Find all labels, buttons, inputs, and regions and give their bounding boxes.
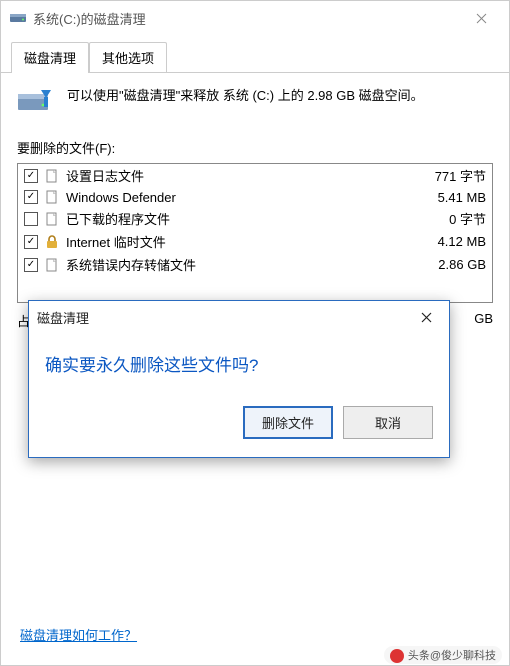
credit-text: 头条@俊少聊科技 bbox=[408, 650, 496, 662]
cancel-button[interactable]: 取消 bbox=[343, 406, 433, 439]
checkbox[interactable]: ✓ bbox=[24, 258, 38, 272]
page-icon bbox=[44, 189, 60, 205]
list-item[interactable]: ✓ 设置日志文件 771 字节 bbox=[18, 164, 492, 187]
lock-icon bbox=[44, 234, 60, 250]
close-button[interactable] bbox=[461, 4, 501, 32]
file-size: 5.41 MB bbox=[416, 190, 486, 205]
modal-title: 磁盘清理 bbox=[37, 308, 411, 327]
list-item[interactable]: ✓ Internet 临时文件 4.12 MB bbox=[18, 230, 492, 253]
avatar-icon bbox=[390, 649, 404, 663]
window-title: 系统(C:)的磁盘清理 bbox=[33, 9, 461, 28]
files-label: 要删除的文件(F): bbox=[17, 138, 493, 157]
tab-other-options[interactable]: 其他选项 bbox=[89, 42, 167, 72]
file-name: Windows Defender bbox=[66, 190, 410, 205]
titlebar: 系统(C:)的磁盘清理 bbox=[1, 1, 509, 35]
tab-bar: 磁盘清理 其他选项 bbox=[1, 36, 509, 73]
file-list[interactable]: ✓ 设置日志文件 771 字节 ✓ Windows Defender 5.41 MB 已下载… bbox=[17, 163, 493, 303]
modal-close-button[interactable] bbox=[411, 306, 441, 328]
tab-label: 磁盘清理 bbox=[24, 51, 76, 66]
intro-row: 可以使用"磁盘清理"来释放 系统 (C:) 上的 2.98 GB 磁盘空间。 bbox=[17, 86, 493, 118]
list-item[interactable]: ✓ Windows Defender 5.41 MB bbox=[18, 187, 492, 207]
modal-question: 确实要永久删除这些文件吗? bbox=[45, 351, 433, 376]
help-link[interactable]: 磁盘清理如何工作？ bbox=[20, 625, 137, 644]
file-size: 0 字节 bbox=[416, 209, 486, 228]
checkbox[interactable] bbox=[24, 212, 38, 226]
delete-files-button[interactable]: 删除文件 bbox=[243, 406, 333, 439]
file-size: 771 字节 bbox=[416, 166, 486, 185]
file-name: 系统错误内存转储文件 bbox=[66, 255, 410, 274]
cleanup-icon bbox=[17, 86, 53, 118]
list-item[interactable]: 已下载的程序文件 0 字节 bbox=[18, 207, 492, 230]
file-name: 设置日志文件 bbox=[66, 166, 410, 185]
page-icon bbox=[44, 257, 60, 273]
modal-body: 确实要永久删除这些文件吗? 删除文件 取消 bbox=[29, 333, 449, 457]
checkbox[interactable]: ✓ bbox=[24, 169, 38, 183]
confirm-dialog: 磁盘清理 确实要永久删除这些文件吗? 删除文件 取消 bbox=[28, 300, 450, 458]
tab-disk-cleanup[interactable]: 磁盘清理 bbox=[11, 42, 89, 73]
file-size: 2.86 GB bbox=[416, 257, 486, 272]
page-icon bbox=[44, 168, 60, 184]
modal-titlebar: 磁盘清理 bbox=[29, 301, 449, 333]
close-icon bbox=[421, 312, 432, 323]
checkbox[interactable]: ✓ bbox=[24, 190, 38, 204]
file-size: 4.12 MB bbox=[416, 234, 486, 249]
totals-value: GB bbox=[474, 311, 493, 330]
list-item[interactable]: ✓ 系统错误内存转储文件 2.86 GB bbox=[18, 253, 492, 276]
file-name: 已下载的程序文件 bbox=[66, 209, 410, 228]
checkbox[interactable]: ✓ bbox=[24, 235, 38, 249]
watermark: 头条@俊少聊科技 bbox=[384, 646, 502, 664]
intro-text: 可以使用"磁盘清理"来释放 系统 (C:) 上的 2.98 GB 磁盘空间。 bbox=[67, 86, 424, 107]
modal-button-row: 删除文件 取消 bbox=[45, 406, 433, 449]
file-name: Internet 临时文件 bbox=[66, 232, 410, 251]
tab-label: 其他选项 bbox=[102, 51, 154, 66]
page-icon bbox=[44, 211, 60, 227]
drive-icon bbox=[9, 9, 27, 27]
